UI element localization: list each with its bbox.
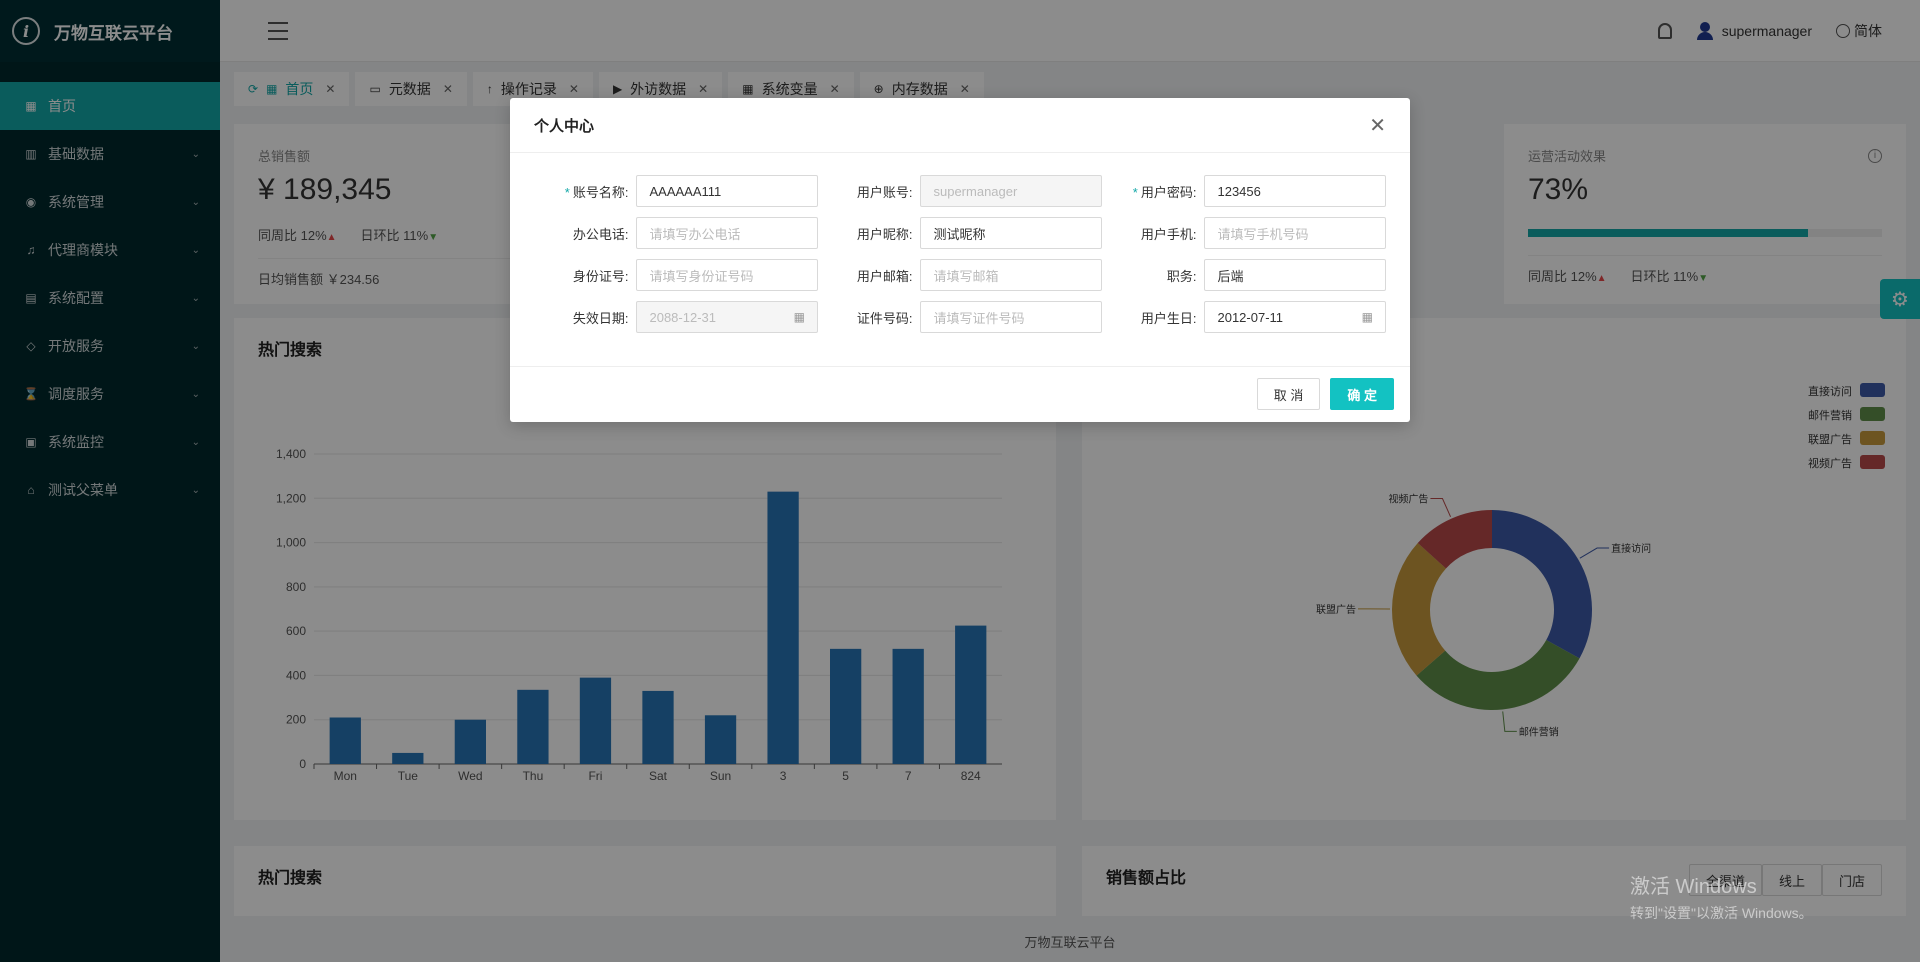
input-value: 2088-12-31 [649,309,716,325]
field-label-text: 证件号码: [856,310,913,326]
input-field[interactable]: 请填写身份证号码 [636,259,818,291]
calendar-icon[interactable]: ▦ [794,310,805,324]
field-label-text: 失效日期: [572,310,629,326]
input-placeholder: 请填写邮箱 [933,268,999,284]
input-value: AAAAAA111 [649,183,722,199]
field-label-text: 用户昵称: [856,226,913,242]
field-label-text: 用户邮箱: [856,268,913,284]
input-field[interactable]: 测试昵称 [920,217,1102,249]
field-label: 证件号码: [818,308,920,327]
input-field[interactable]: 请填写邮箱 [920,259,1102,291]
form-field: * 用户密码: 123456 [1102,175,1386,207]
field-label: 失效日期: [534,308,636,327]
field-label: 用户手机: [1102,224,1204,243]
form-field: 失效日期: 2088-12-31 ▦ [534,301,818,333]
form-field: 用户昵称: 测试昵称 [818,217,1102,249]
input-value: supermanager [933,183,1018,199]
form-field: 办公电话: 请填写办公电话 [534,217,818,249]
field-label: * 账号名称: [534,182,636,201]
field-label: 用户邮箱: [818,266,920,285]
cancel-button[interactable]: 取 消 [1256,378,1321,410]
input-value: 123456 [1217,183,1261,199]
input-field[interactable]: 后端 [1204,259,1386,291]
required-mark: * [1132,184,1138,200]
input-field[interactable]: 请填写证件号码 [920,301,1102,333]
form-row: 办公电话: 请填写办公电话 用户昵称: 测试昵称 用户手机: 请填写手机号码 [534,217,1386,249]
form-field: 用户手机: 请填写手机号码 [1102,217,1386,249]
field-label: 办公电话: [534,224,636,243]
field-label: * 用户密码: [1102,182,1204,201]
field-label-text: 用户生日: [1140,310,1197,326]
personal-center-dialog: 个人中心 ✕ * 账号名称: AAAAAA111 用户账号: supermanager *… [510,98,1410,422]
input-field[interactable]: 2012-07-11 ▦ [1204,301,1386,333]
form-field: 身份证号: 请填写身份证号码 [534,259,818,291]
field-label-text: 用户账号: [856,184,913,200]
form-field: 证件号码: 请填写证件号码 [818,301,1102,333]
watermark-line-1: 激活 Windows [1630,876,1757,898]
input-value: 测试昵称 [933,226,986,242]
input-placeholder: 请填写身份证号码 [649,268,754,284]
form-row: * 账号名称: AAAAAA111 用户账号: supermanager * 用户密码: 12… [534,175,1386,207]
input-field[interactable]: 请填写办公电话 [636,217,818,249]
field-label-text: 身份证号: [572,268,629,284]
form-row: 身份证号: 请填写身份证号码 用户邮箱: 请填写邮箱 职务: 后端 [534,259,1386,291]
form-field: 用户账号: supermanager [818,175,1102,207]
field-label: 职务: [1102,266,1204,285]
field-label-text: 用户手机: [1140,226,1197,242]
field-label-text: 职务: [1166,268,1197,284]
field-label-text: 用户密码: [1140,184,1197,200]
input-placeholder: 请填写办公电话 [649,226,741,242]
form-row: 失效日期: 2088-12-31 ▦ 证件号码: 请填写证件号码 用户生日: 2012-07… [534,301,1386,333]
field-label: 用户账号: [818,182,920,201]
input-field[interactable]: 123456 [1204,175,1386,207]
field-label-text: 办公电话: [572,226,629,242]
confirm-button[interactable]: 确 定 [1330,378,1394,410]
input-value: 后端 [1217,268,1244,284]
calendar-icon[interactable]: ▦ [1362,310,1373,324]
form-field: 职务: 后端 [1102,259,1386,291]
input-field: 2088-12-31 ▦ [636,301,818,333]
input-placeholder: 请填写手机号码 [1217,226,1309,242]
profile-form: * 账号名称: AAAAAA111 用户账号: supermanager * 用户密码: 12… [510,153,1410,367]
input-field: supermanager [920,175,1102,207]
input-placeholder: 请填写证件号码 [933,310,1025,326]
required-mark: * [564,184,570,200]
windows-activation-watermark: 激活 Windows 转到"设置"以激活 Windows。 [1630,870,1813,923]
field-label: 身份证号: [534,266,636,285]
dialog-title: 个人中心 [534,117,595,135]
input-field[interactable]: 请填写手机号码 [1204,217,1386,249]
input-value: 2012-07-11 [1217,309,1284,325]
close-icon[interactable]: ✕ [1369,113,1386,138]
watermark-line-2: 转到"设置"以激活 Windows。 [1630,905,1813,921]
form-field: 用户生日: 2012-07-11 ▦ [1102,301,1386,333]
form-field: 用户邮箱: 请填写邮箱 [818,259,1102,291]
field-label: 用户生日: [1102,308,1204,327]
field-label-text: 账号名称: [572,184,629,200]
field-label: 用户昵称: [818,224,920,243]
form-field: * 账号名称: AAAAAA111 [534,175,818,207]
input-field[interactable]: AAAAAA111 [636,175,818,207]
